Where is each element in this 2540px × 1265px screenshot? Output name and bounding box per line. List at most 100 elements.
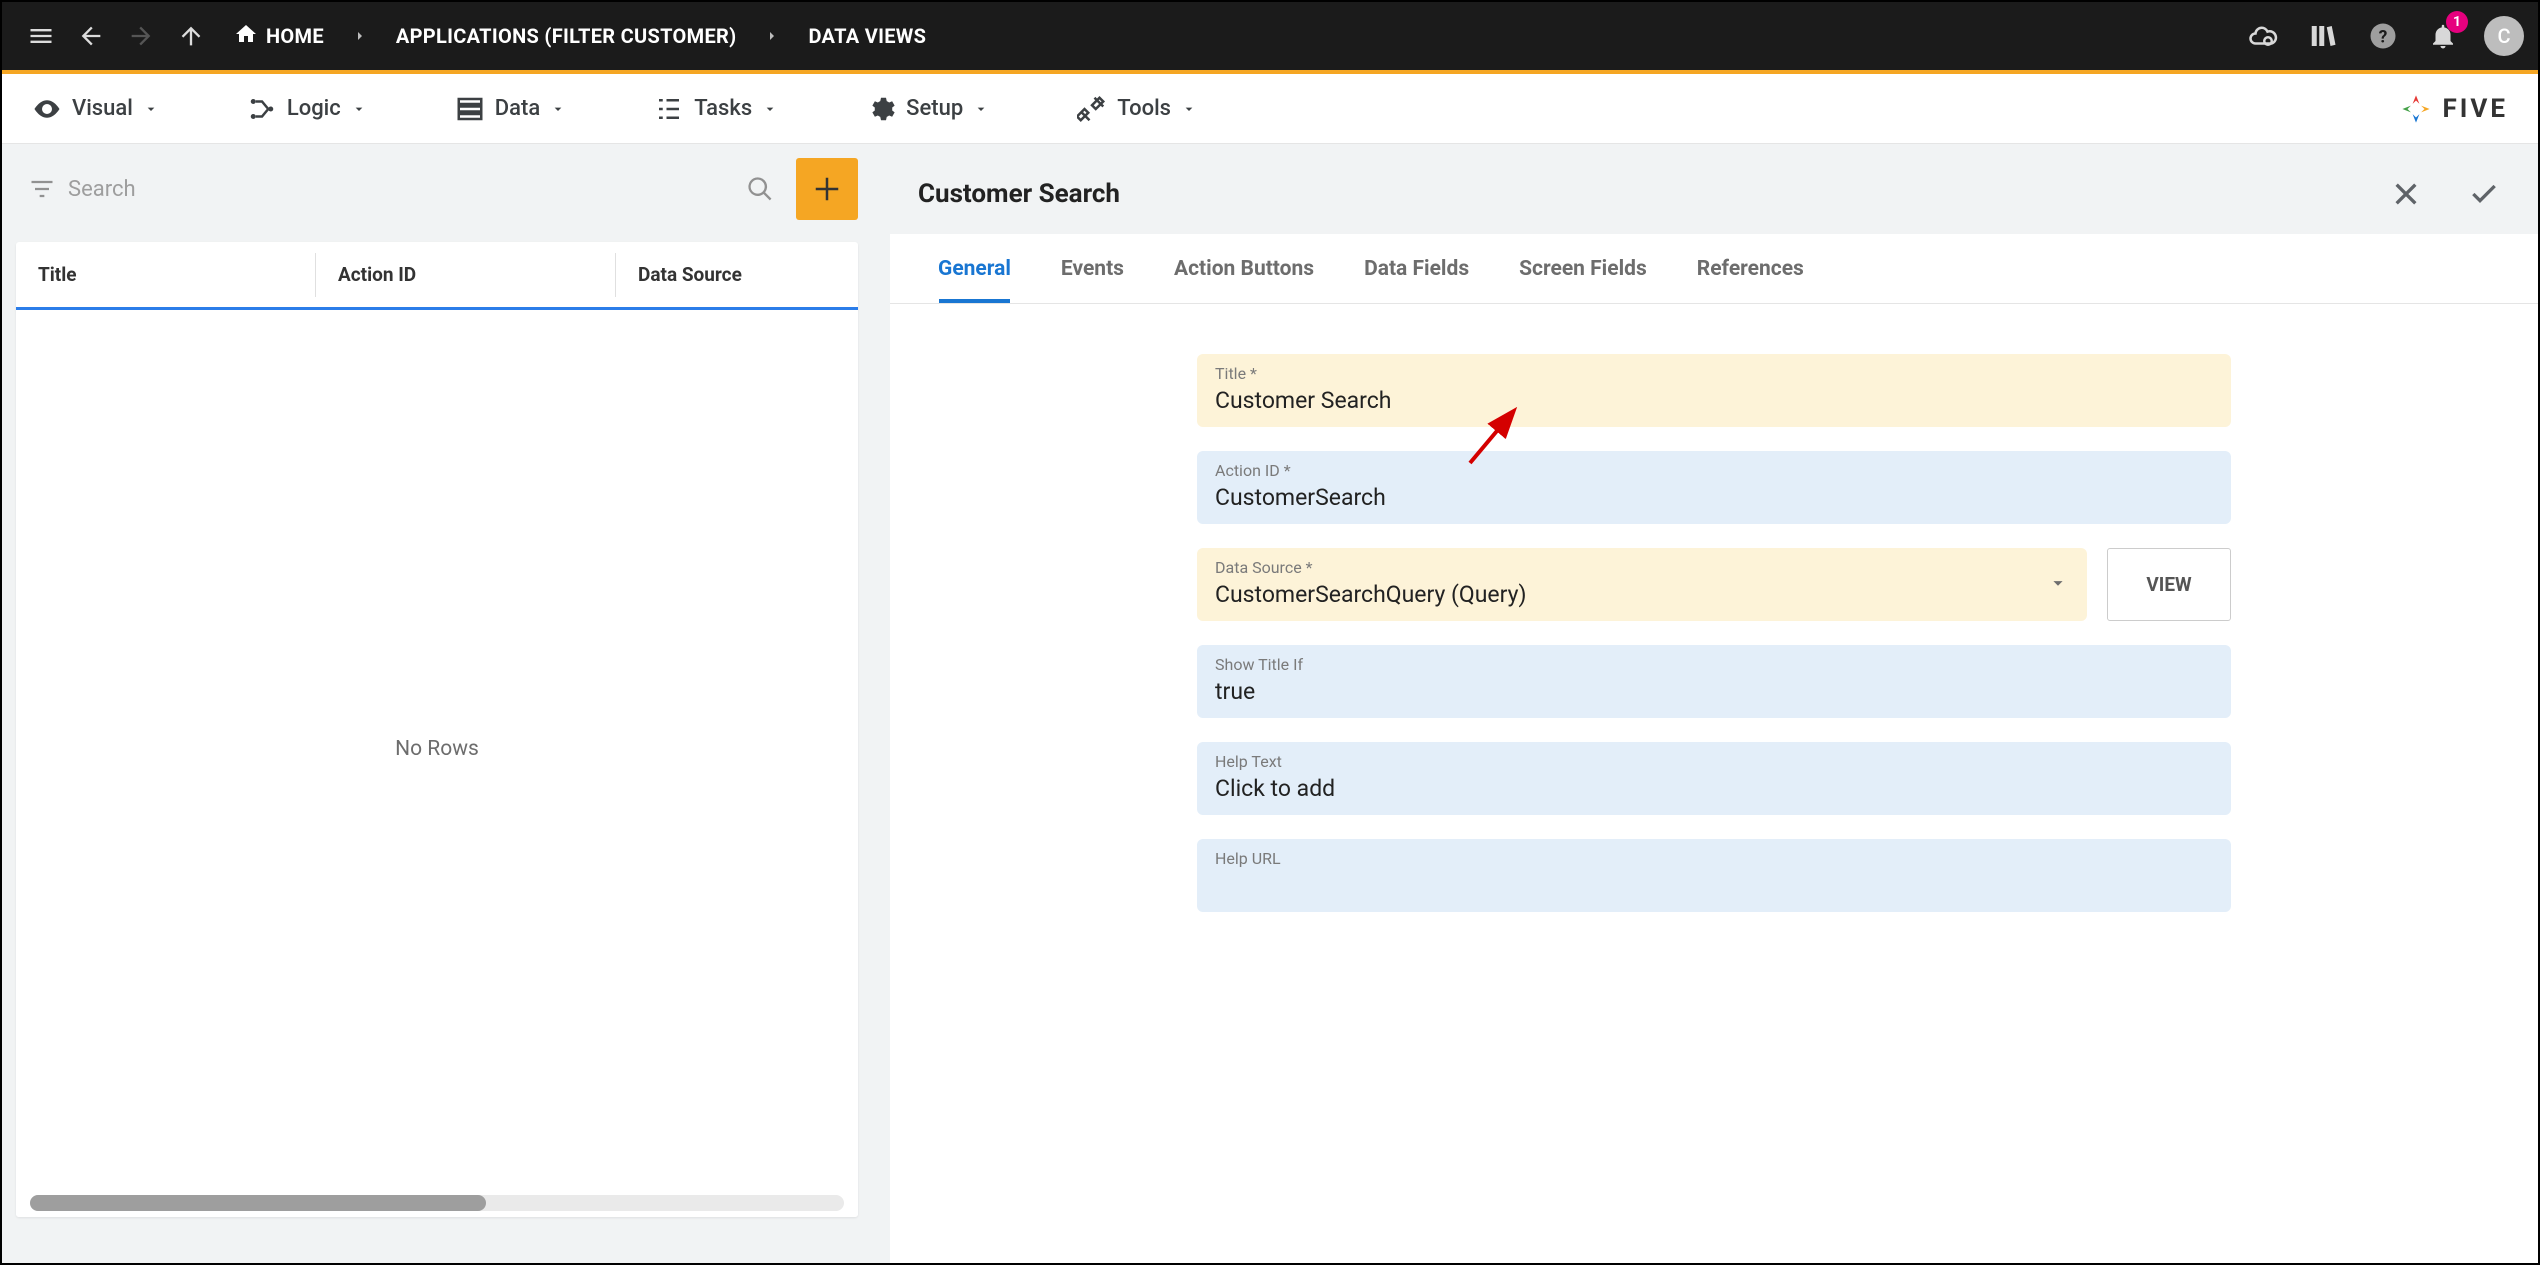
subnav-setup[interactable]: Setup [866, 94, 989, 124]
search-icon [746, 175, 774, 203]
tab-general[interactable]: General [930, 235, 1019, 303]
filter-icon [28, 175, 56, 203]
chevron-down-icon [550, 101, 566, 117]
back-button[interactable] [66, 11, 116, 61]
up-button[interactable] [166, 11, 216, 61]
docs-button[interactable] [2296, 9, 2350, 63]
form-scroll[interactable]: Title * Customer Search Action ID * Cust… [890, 304, 2538, 1263]
subnav-logic[interactable]: Logic [247, 94, 367, 124]
tools-icon [1077, 94, 1107, 124]
add-button[interactable] [796, 158, 858, 220]
arrow-up-icon [177, 22, 205, 50]
subnav-tasks-label: Tasks [694, 96, 752, 121]
list-card: Title Action ID Data Source No Rows [16, 242, 858, 1217]
data-source-field[interactable]: Data Source * CustomerSearchQuery (Query… [1197, 548, 2087, 621]
show-title-if-field[interactable]: Show Title If true [1197, 645, 2231, 718]
plus-icon [812, 174, 842, 204]
gear-icon [866, 94, 896, 124]
help-text-value: Click to add [1215, 775, 2213, 803]
help-text-label: Help Text [1215, 752, 2213, 771]
save-button[interactable] [2458, 168, 2510, 220]
subnav-logic-label: Logic [287, 96, 341, 121]
cloud-settings-button[interactable] [2236, 9, 2290, 63]
breadcrumb-sep [752, 28, 792, 44]
data-icon [455, 94, 485, 124]
avatar[interactable]: C [2484, 16, 2524, 56]
arrow-right-icon [127, 22, 155, 50]
chevron-down-icon [2047, 572, 2069, 598]
notifications-button[interactable]: 1 [2416, 9, 2470, 63]
search-input[interactable] [56, 177, 746, 202]
detail-actions [2380, 168, 2510, 220]
data-source-label: Data Source * [1215, 558, 2069, 577]
title-label: Title * [1215, 364, 2213, 383]
chevron-down-icon [973, 101, 989, 117]
close-button[interactable] [2380, 168, 2432, 220]
arrow-left-icon [77, 22, 105, 50]
subnav-tools-label: Tools [1117, 96, 1171, 121]
col-data-source[interactable]: Data Source [616, 253, 858, 297]
breadcrumb-views-label: DATA VIEWS [808, 24, 926, 48]
books-icon [2308, 21, 2338, 51]
subnav-visual[interactable]: Visual [32, 94, 159, 124]
breadcrumb-views[interactable]: DATA VIEWS [798, 18, 936, 54]
help-text-field[interactable]: Help Text Click to add [1197, 742, 2231, 815]
hamburger-icon [27, 22, 55, 50]
subnav-tasks[interactable]: Tasks [654, 94, 778, 124]
search-box[interactable] [16, 158, 786, 220]
tab-references[interactable]: References [1689, 235, 1812, 303]
subnav-tools[interactable]: Tools [1077, 94, 1197, 124]
tab-action-buttons[interactable]: Action Buttons [1166, 235, 1322, 303]
check-icon [2468, 178, 2500, 210]
topbar: HOME APPLICATIONS (FILTER CUSTOMER) DATA… [2, 2, 2538, 70]
subnav-data[interactable]: Data [455, 94, 566, 124]
subnav-data-label: Data [495, 96, 540, 121]
brand: FIVE [2399, 92, 2509, 126]
cloud-gear-icon [2248, 21, 2278, 51]
brand-logo-icon [2399, 92, 2433, 126]
brand-label: FIVE [2443, 94, 2509, 124]
subnav: Visual Logic Data Tasks Setup Tools FIVE [2, 74, 2538, 144]
chevron-down-icon [1181, 101, 1197, 117]
logic-icon [247, 94, 277, 124]
tab-screen-fields[interactable]: Screen Fields [1511, 235, 1655, 303]
notifications-badge: 1 [2446, 11, 2468, 33]
col-action-id[interactable]: Action ID [316, 253, 616, 297]
tab-data-fields[interactable]: Data Fields [1356, 235, 1477, 303]
tasks-icon [654, 94, 684, 124]
chevron-down-icon [351, 101, 367, 117]
data-source-value: CustomerSearchQuery (Query) [1215, 581, 2069, 609]
view-button[interactable]: VIEW [2107, 548, 2231, 621]
chevron-down-icon [143, 101, 159, 117]
help-button[interactable]: ? [2356, 9, 2410, 63]
help-icon: ? [2368, 21, 2398, 51]
action-id-value: CustomerSearch [1215, 484, 2213, 512]
eye-icon [32, 94, 62, 124]
list-footer [16, 1187, 858, 1217]
help-url-field[interactable]: Help URL [1197, 839, 2231, 912]
detail-tabs: General Events Action Buttons Data Field… [890, 234, 2538, 304]
show-title-if-value: true [1215, 678, 2213, 706]
detail-title: Customer Search [918, 179, 1120, 209]
horizontal-scrollbar[interactable] [30, 1195, 844, 1211]
close-icon [2390, 178, 2422, 210]
subnav-setup-label: Setup [906, 96, 963, 121]
list-header: Title Action ID Data Source [16, 242, 858, 310]
hamburger-menu[interactable] [16, 11, 66, 61]
title-field[interactable]: Title * Customer Search [1197, 354, 2231, 427]
subnav-visual-label: Visual [72, 96, 133, 121]
svg-text:?: ? [2379, 27, 2388, 47]
search-row [16, 158, 858, 220]
action-id-label: Action ID * [1215, 461, 2213, 480]
home-icon [234, 22, 258, 51]
breadcrumb-apps[interactable]: APPLICATIONS (FILTER CUSTOMER) [386, 18, 747, 54]
workspace: Title Action ID Data Source No Rows Cust… [2, 144, 2538, 1263]
scrollbar-thumb[interactable] [30, 1195, 486, 1211]
breadcrumb-home[interactable]: HOME [224, 16, 334, 57]
tab-events[interactable]: Events [1053, 235, 1132, 303]
col-title[interactable]: Title [16, 253, 316, 297]
forward-button [116, 11, 166, 61]
help-url-value [1215, 872, 2213, 900]
action-id-field[interactable]: Action ID * CustomerSearch [1197, 451, 2231, 524]
chevron-down-icon [762, 101, 778, 117]
